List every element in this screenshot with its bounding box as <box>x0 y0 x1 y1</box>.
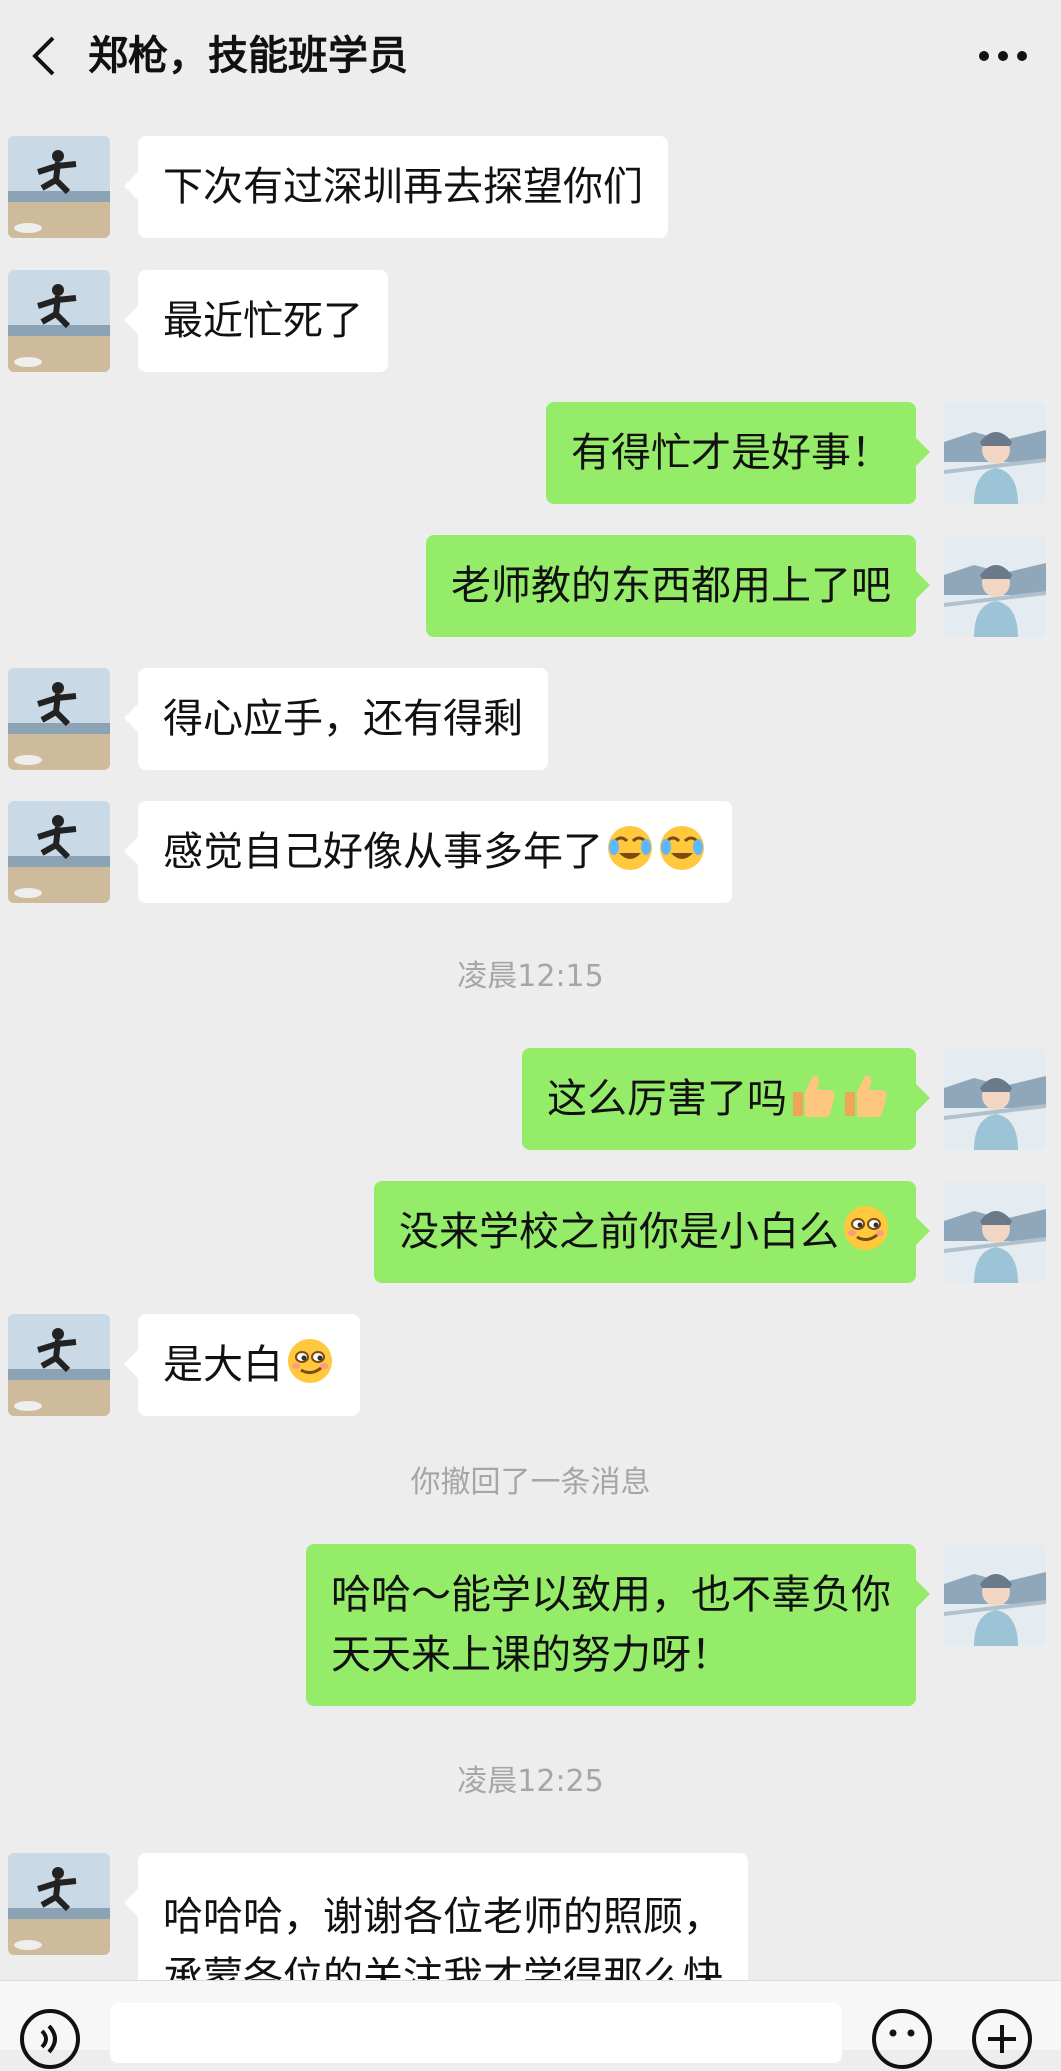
message-text: 是大白 <box>163 1342 283 1388</box>
incoming-message-bubble[interactable]: 是大白 <box>124 1314 360 1416</box>
chevron-left-icon[interactable] <box>22 34 66 78</box>
contact-avatar[interactable] <box>8 270 110 372</box>
plus-circle-icon[interactable] <box>970 2007 1034 2071</box>
contact-avatar[interactable] <box>8 1853 110 1955</box>
recall-notice: 你撤回了一条消息 <box>410 1465 651 1500</box>
chat-header: 郑枪，技能班学员 <box>0 0 1061 112</box>
contact-avatar[interactable] <box>8 801 110 903</box>
input-bar <box>0 1980 1061 2069</box>
outgoing-message-bubble[interactable]: 有得忙才是好事！ <box>546 402 930 504</box>
outgoing-message-bubble[interactable]: 没来学校之前你是小白么 <box>374 1181 930 1283</box>
smirk-emoji <box>844 1206 888 1250</box>
outgoing-message-bubble[interactable]: 老师教的东西都用上了吧 <box>426 535 930 637</box>
emoji-smile-icon[interactable] <box>870 2007 934 2071</box>
facepalm-laugh-emoji <box>660 826 704 870</box>
incoming-message-bubble[interactable]: 哈哈哈，谢谢各位老师的照顾， 承蒙各位的关注我才学得那么快 <box>124 1853 748 1980</box>
my-avatar[interactable] <box>944 1181 1046 1283</box>
timestamp: 凌晨12:15 <box>457 959 604 994</box>
facepalm-laugh-emoji <box>608 826 652 870</box>
message-text: 这么厉害了吗 <box>547 1076 787 1122</box>
message-text-line: 天天来上课的努力呀！ <box>331 1632 731 1678</box>
contact-avatar[interactable] <box>8 1314 110 1416</box>
message-text: 老师教的东西都用上了吧 <box>451 563 891 609</box>
more-horizontal-icon[interactable] <box>973 34 1033 78</box>
message-list: 下次有过深圳再去探望你们 最近忙死了 有得忙才是好事！ 老师教的东西都用上了吧 … <box>0 0 1061 1980</box>
thumbs-up-emoji <box>793 1075 835 1117</box>
timestamp: 凌晨12:25 <box>457 1764 604 1799</box>
message-text: 没来学校之前你是小白么 <box>399 1209 839 1255</box>
outgoing-message-bubble[interactable]: 哈哈～能学以致用，也不辜负你 天天来上课的努力呀！ <box>306 1544 930 1706</box>
contact-avatar[interactable] <box>8 668 110 770</box>
message-text: 得心应手，还有得剩 <box>163 696 523 742</box>
contact-avatar[interactable] <box>8 136 110 238</box>
voice-icon[interactable] <box>18 2007 82 2071</box>
smirk-emoji <box>288 1339 332 1383</box>
thumbs-up-emoji <box>845 1075 887 1117</box>
incoming-message-bubble[interactable]: 得心应手，还有得剩 <box>124 668 548 770</box>
my-avatar[interactable] <box>944 1048 1046 1150</box>
message-text-line: 哈哈～能学以致用，也不辜负你 <box>331 1572 891 1618</box>
message-text: 感觉自己好像从事多年了 <box>163 829 603 875</box>
chat-title: 郑枪，技能班学员 <box>88 33 408 79</box>
message-input[interactable] <box>110 2003 842 2063</box>
my-avatar[interactable] <box>944 402 1046 504</box>
outgoing-message-bubble[interactable]: 这么厉害了吗 <box>522 1048 930 1150</box>
my-avatar[interactable] <box>944 1544 1046 1646</box>
incoming-message-bubble[interactable]: 最近忙死了 <box>124 270 388 372</box>
message-text: 有得忙才是好事！ <box>571 430 891 476</box>
incoming-message-bubble[interactable]: 感觉自己好像从事多年了 <box>124 801 732 903</box>
my-avatar[interactable] <box>944 535 1046 637</box>
incoming-message-bubble[interactable]: 下次有过深圳再去探望你们 <box>124 136 668 238</box>
message-text: 最近忙死了 <box>163 298 363 344</box>
message-text-line: 哈哈哈，谢谢各位老师的照顾， <box>163 1894 723 1940</box>
message-text-line: 承蒙各位的关注我才学得那么快 <box>163 1954 723 1980</box>
message-text: 下次有过深圳再去探望你们 <box>163 164 643 210</box>
